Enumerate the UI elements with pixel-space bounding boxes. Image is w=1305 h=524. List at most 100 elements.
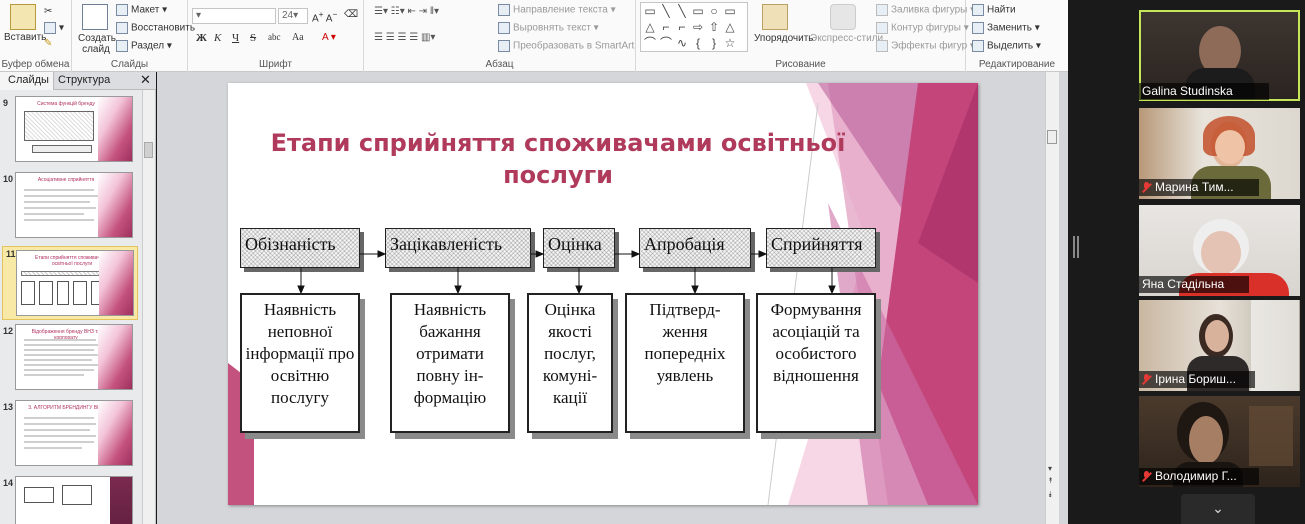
bold-button[interactable]: Ж (196, 32, 207, 44)
shape-fill-button[interactable]: Заливка фигуры ▾ (876, 4, 975, 16)
font-size-field[interactable]: 24▾ (278, 8, 308, 24)
shadow-button[interactable]: abc (268, 32, 281, 42)
reset-button[interactable]: Восстановить (116, 22, 195, 34)
shape-outline-button[interactable]: Контур фигуры ▾ (876, 22, 969, 34)
participant-name: Ірина Бориш... (1139, 371, 1255, 388)
thumbnail-number: 12 (3, 326, 14, 336)
replace-button[interactable]: Заменить ▾ (972, 22, 1040, 34)
thumbnail-title: 3. АЛГОРИТМ БРЕНДИНГУ ВНЗ (28, 405, 104, 411)
description-text: Наявність неповної інформації про освітн… (245, 300, 355, 407)
font-color-icon[interactable]: A ▾ (322, 32, 336, 43)
shape-outline-label: Контур фигуры (891, 22, 961, 34)
thumbnail-row-selected[interactable]: 11 Етапи сприйняття споживачами освітньо… (2, 246, 138, 320)
font-name-field[interactable]: ▾ (192, 8, 276, 24)
new-slide-button[interactable]: Создать слайд (78, 33, 116, 55)
slide-thumbnail[interactable] (15, 476, 133, 524)
slide-thumbnail-current[interactable]: Етапи сприйняття споживачами освітньої п… (16, 250, 134, 316)
italic-button[interactable]: К (214, 32, 221, 44)
shapes-gallery[interactable]: ▭ ╲ ╲ ▭ ○ ▭ △ ⌐ ⌐ ⇨ ⇧ △ ⌒ ⌒ ∿{} ☆ (640, 2, 748, 52)
description-box[interactable]: Наявність неповної інформації про освітн… (240, 293, 360, 433)
close-icon[interactable]: ✕ (140, 72, 151, 88)
description-box[interactable]: Формування асоціацій та особистого відно… (756, 293, 876, 433)
shape-effects-label: Эффекты фигур (891, 40, 968, 52)
slide-canvas[interactable]: Етапи сприйняття споживачами освітньої п… (228, 83, 978, 505)
stage-label: Сприйняття (771, 234, 863, 254)
mic-muted-icon (1142, 471, 1151, 482)
align-buttons[interactable]: ☰ ☰ ☰ ☰ ▥▾ (374, 32, 435, 43)
clipboard-group: Вставить ✂ ▾ ✎ Буфер обмена (0, 0, 72, 72)
font-group-label: Шрифт (259, 59, 292, 70)
participant-name-text: Марина Тим... (1155, 180, 1234, 194)
next-slide-icon[interactable]: ⯯ (1048, 490, 1053, 500)
pane-scrollbar[interactable] (142, 90, 154, 524)
description-text: Оцінка якості послуг, комуні-кації (542, 300, 598, 407)
find-button[interactable]: Найти (972, 4, 1016, 16)
pane-scroll-thumb[interactable] (144, 142, 153, 158)
tab-slides[interactable]: Слайды (0, 72, 54, 90)
description-box[interactable]: Оцінка якості послуг, комуні-кації (527, 293, 613, 433)
smartart-button[interactable]: Преобразовать в SmartArt (498, 40, 634, 52)
replace-label: Заменить (987, 22, 1032, 34)
list-buttons[interactable]: ☰▾ ☷▾ ⇤ ⇥ ‖▾ (374, 6, 439, 17)
format-painter-icon[interactable]: ✎ (44, 38, 52, 49)
copy-icon[interactable]: ▾ (44, 22, 64, 34)
chevron-down-icon[interactable]: ⌄ (1181, 494, 1255, 524)
scroll-down-icon[interactable]: ▾ (1048, 464, 1052, 473)
align-text-button[interactable]: Выровнять текст ▾ (498, 22, 599, 34)
quick-styles-icon[interactable] (830, 4, 856, 30)
participant-name: Володимир Г... (1139, 468, 1259, 485)
layout-label: Макет (131, 4, 160, 16)
cut-icon[interactable]: ✂ (44, 6, 52, 17)
drawing-group-label: Рисование (775, 59, 826, 70)
paste-icon[interactable] (10, 4, 36, 30)
slide-thumbnail[interactable]: 3. АЛГОРИТМ БРЕНДИНГУ ВНЗ (15, 400, 133, 466)
clear-format-icon[interactable]: ⌫ (344, 9, 358, 20)
slides-pane: Слайды Структура ✕ 9 Система функцій бре… (0, 72, 156, 524)
description-text: Наявність бажання отримати повну ін-форм… (413, 300, 487, 407)
slide-thumbnail[interactable]: Відображення бренду ВНЗ та корпорату (15, 324, 133, 390)
thumbnail-row[interactable]: 10 Асоціативне сприйняття (0, 172, 156, 242)
editor-scroll-thumb[interactable] (1047, 130, 1057, 144)
slide-thumbnail[interactable]: Система функцій бренду (15, 96, 133, 162)
new-slide-icon[interactable] (82, 4, 108, 30)
thumbnail-number: 11 (6, 249, 16, 259)
clipboard-group-label: Буфер обмена (1, 59, 70, 70)
stage-label: Оцінка (548, 234, 602, 254)
participant-name: Марина Тим... (1139, 179, 1259, 196)
select-label: Выделить (987, 40, 1034, 52)
thumbnail-row[interactable]: 9 Система функцій бренду (0, 96, 156, 166)
tab-outline[interactable]: Структура (58, 74, 110, 86)
thumbnail-number: 9 (3, 98, 9, 108)
slides-group-label: Слайды (110, 59, 149, 70)
description-box[interactable]: Наявність бажання отримати повну ін-форм… (390, 293, 510, 433)
pane-tabs: Слайды Структура ✕ (0, 72, 156, 90)
arrange-button[interactable]: Упорядочить (754, 33, 814, 44)
underline-button[interactable]: Ч (232, 32, 239, 44)
thumbnail-row[interactable]: 13 3. АЛГОРИТМ БРЕНДИНГУ ВНЗ (0, 400, 156, 470)
description-text: Підтверд-ження попередніх уявлень (644, 300, 726, 385)
prev-slide-icon[interactable]: ⯭ (1048, 476, 1053, 486)
thumbnail-number: 10 (3, 174, 14, 184)
arrange-icon[interactable] (762, 4, 788, 30)
description-box[interactable]: Підтверд-ження попередніх уявлень (625, 293, 745, 433)
select-button[interactable]: Выделить ▾ (972, 40, 1041, 52)
thumbnail-row[interactable]: 14 (0, 476, 156, 524)
section-button[interactable]: Раздел ▾ (116, 40, 172, 52)
slide-thumbnail[interactable]: Асоціативне сприйняття (15, 172, 133, 238)
grow-font-icon[interactable]: A+ A− (312, 9, 337, 24)
strike-button[interactable]: S (250, 32, 256, 44)
participant-name-text: Galina Studinska (1142, 84, 1233, 98)
layout-button[interactable]: Макет ▾ (116, 4, 167, 16)
text-direction-button[interactable]: Направление текста ▾ (498, 4, 616, 16)
quick-styles-button[interactable]: Экспресс-стили (810, 33, 883, 44)
section-label: Раздел (131, 40, 165, 52)
thumbnail-row[interactable]: 12 Відображення бренду ВНЗ та корпорату (0, 324, 156, 394)
editor-scrollbar[interactable]: ▾ ⯭ ⯯ (1045, 72, 1059, 524)
panel-resize-handle[interactable] (1073, 236, 1079, 258)
shape-fill-label: Заливка фигуры (891, 4, 968, 16)
font-group: ▾ 24▾ A+ A− ⌫ Ж К Ч S abc Аа A ▾ Шрифт (188, 0, 364, 72)
case-button[interactable]: Аа (292, 32, 304, 43)
paste-button[interactable]: Вставить (4, 32, 46, 43)
shape-effects-button[interactable]: Эффекты фигур ▾ (876, 40, 975, 52)
slides-group: Создать слайд Макет ▾ Восстановить Разде… (72, 0, 195, 72)
